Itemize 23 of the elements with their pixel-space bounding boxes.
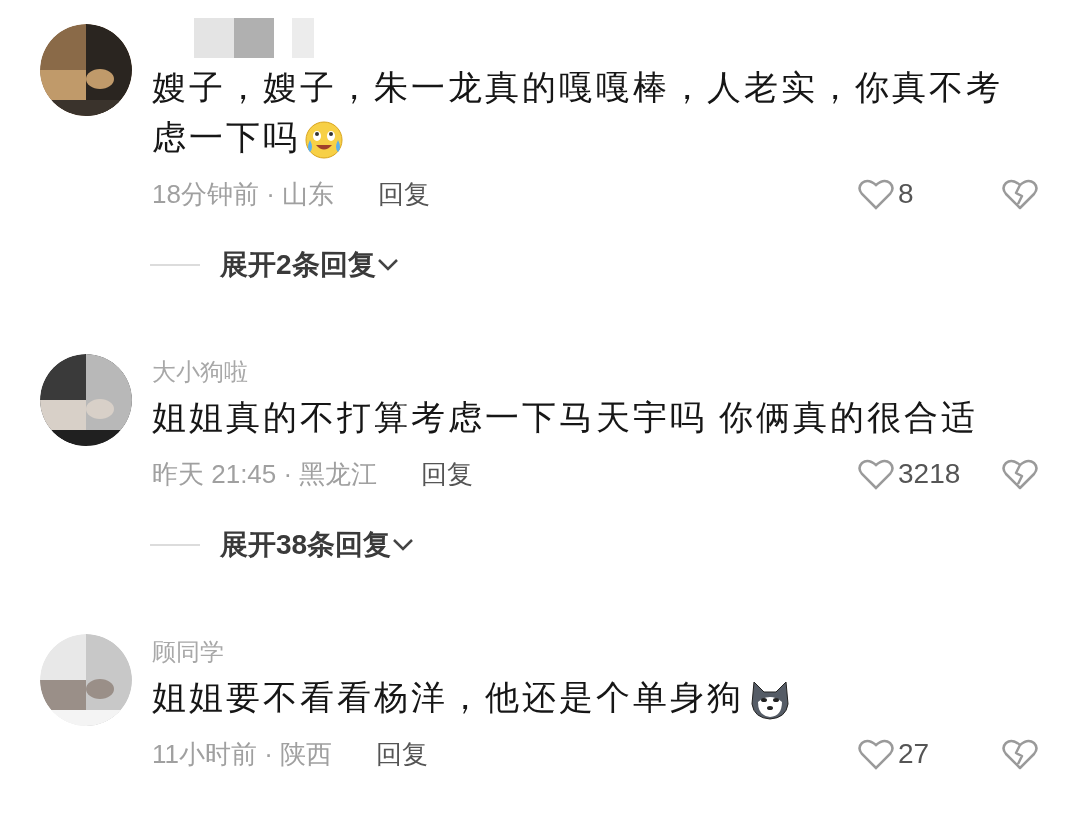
like-count: 8 bbox=[898, 177, 914, 211]
chevron-down-icon bbox=[375, 257, 400, 273]
reply-link[interactable]: 回复 bbox=[376, 734, 429, 774]
broken-heart-icon[interactable] bbox=[1002, 178, 1038, 210]
expand-replies-button[interactable]: 展开2条回复 bbox=[220, 244, 400, 286]
chevron-down-icon bbox=[391, 537, 416, 553]
heart-icon[interactable] bbox=[858, 738, 894, 770]
comment-time: 昨天 21:45 · 黑龙江 bbox=[152, 457, 378, 491]
laughing-face-icon bbox=[304, 120, 344, 160]
comment-time: 11小时前 · 陕西 bbox=[152, 737, 333, 771]
comment-time: 18分钟前 · 山东 bbox=[152, 177, 335, 211]
like-count: 27 bbox=[898, 737, 930, 771]
comment-text: 嫂子，嫂子，朱一龙真的嘎嘎棒，人老实，你真不考虑一下吗 bbox=[152, 62, 1032, 162]
reply-link[interactable]: 回复 bbox=[378, 174, 431, 214]
heart-icon[interactable] bbox=[858, 458, 894, 490]
reply-link[interactable]: 回复 bbox=[421, 454, 474, 494]
comment-text: 姐姐要不看看杨洋，他还是个单身狗 bbox=[152, 672, 1032, 722]
broken-heart-icon[interactable] bbox=[1002, 458, 1038, 490]
comment-text: 姐姐真的不打算考虑一下马天宇吗 你俩真的很合适 bbox=[152, 397, 980, 438]
broken-heart-icon[interactable] bbox=[1002, 738, 1038, 770]
expand-replies-button[interactable]: 展开38条回复 bbox=[220, 524, 416, 566]
heart-icon[interactable] bbox=[858, 178, 894, 210]
like-count: 3218 bbox=[898, 457, 961, 491]
